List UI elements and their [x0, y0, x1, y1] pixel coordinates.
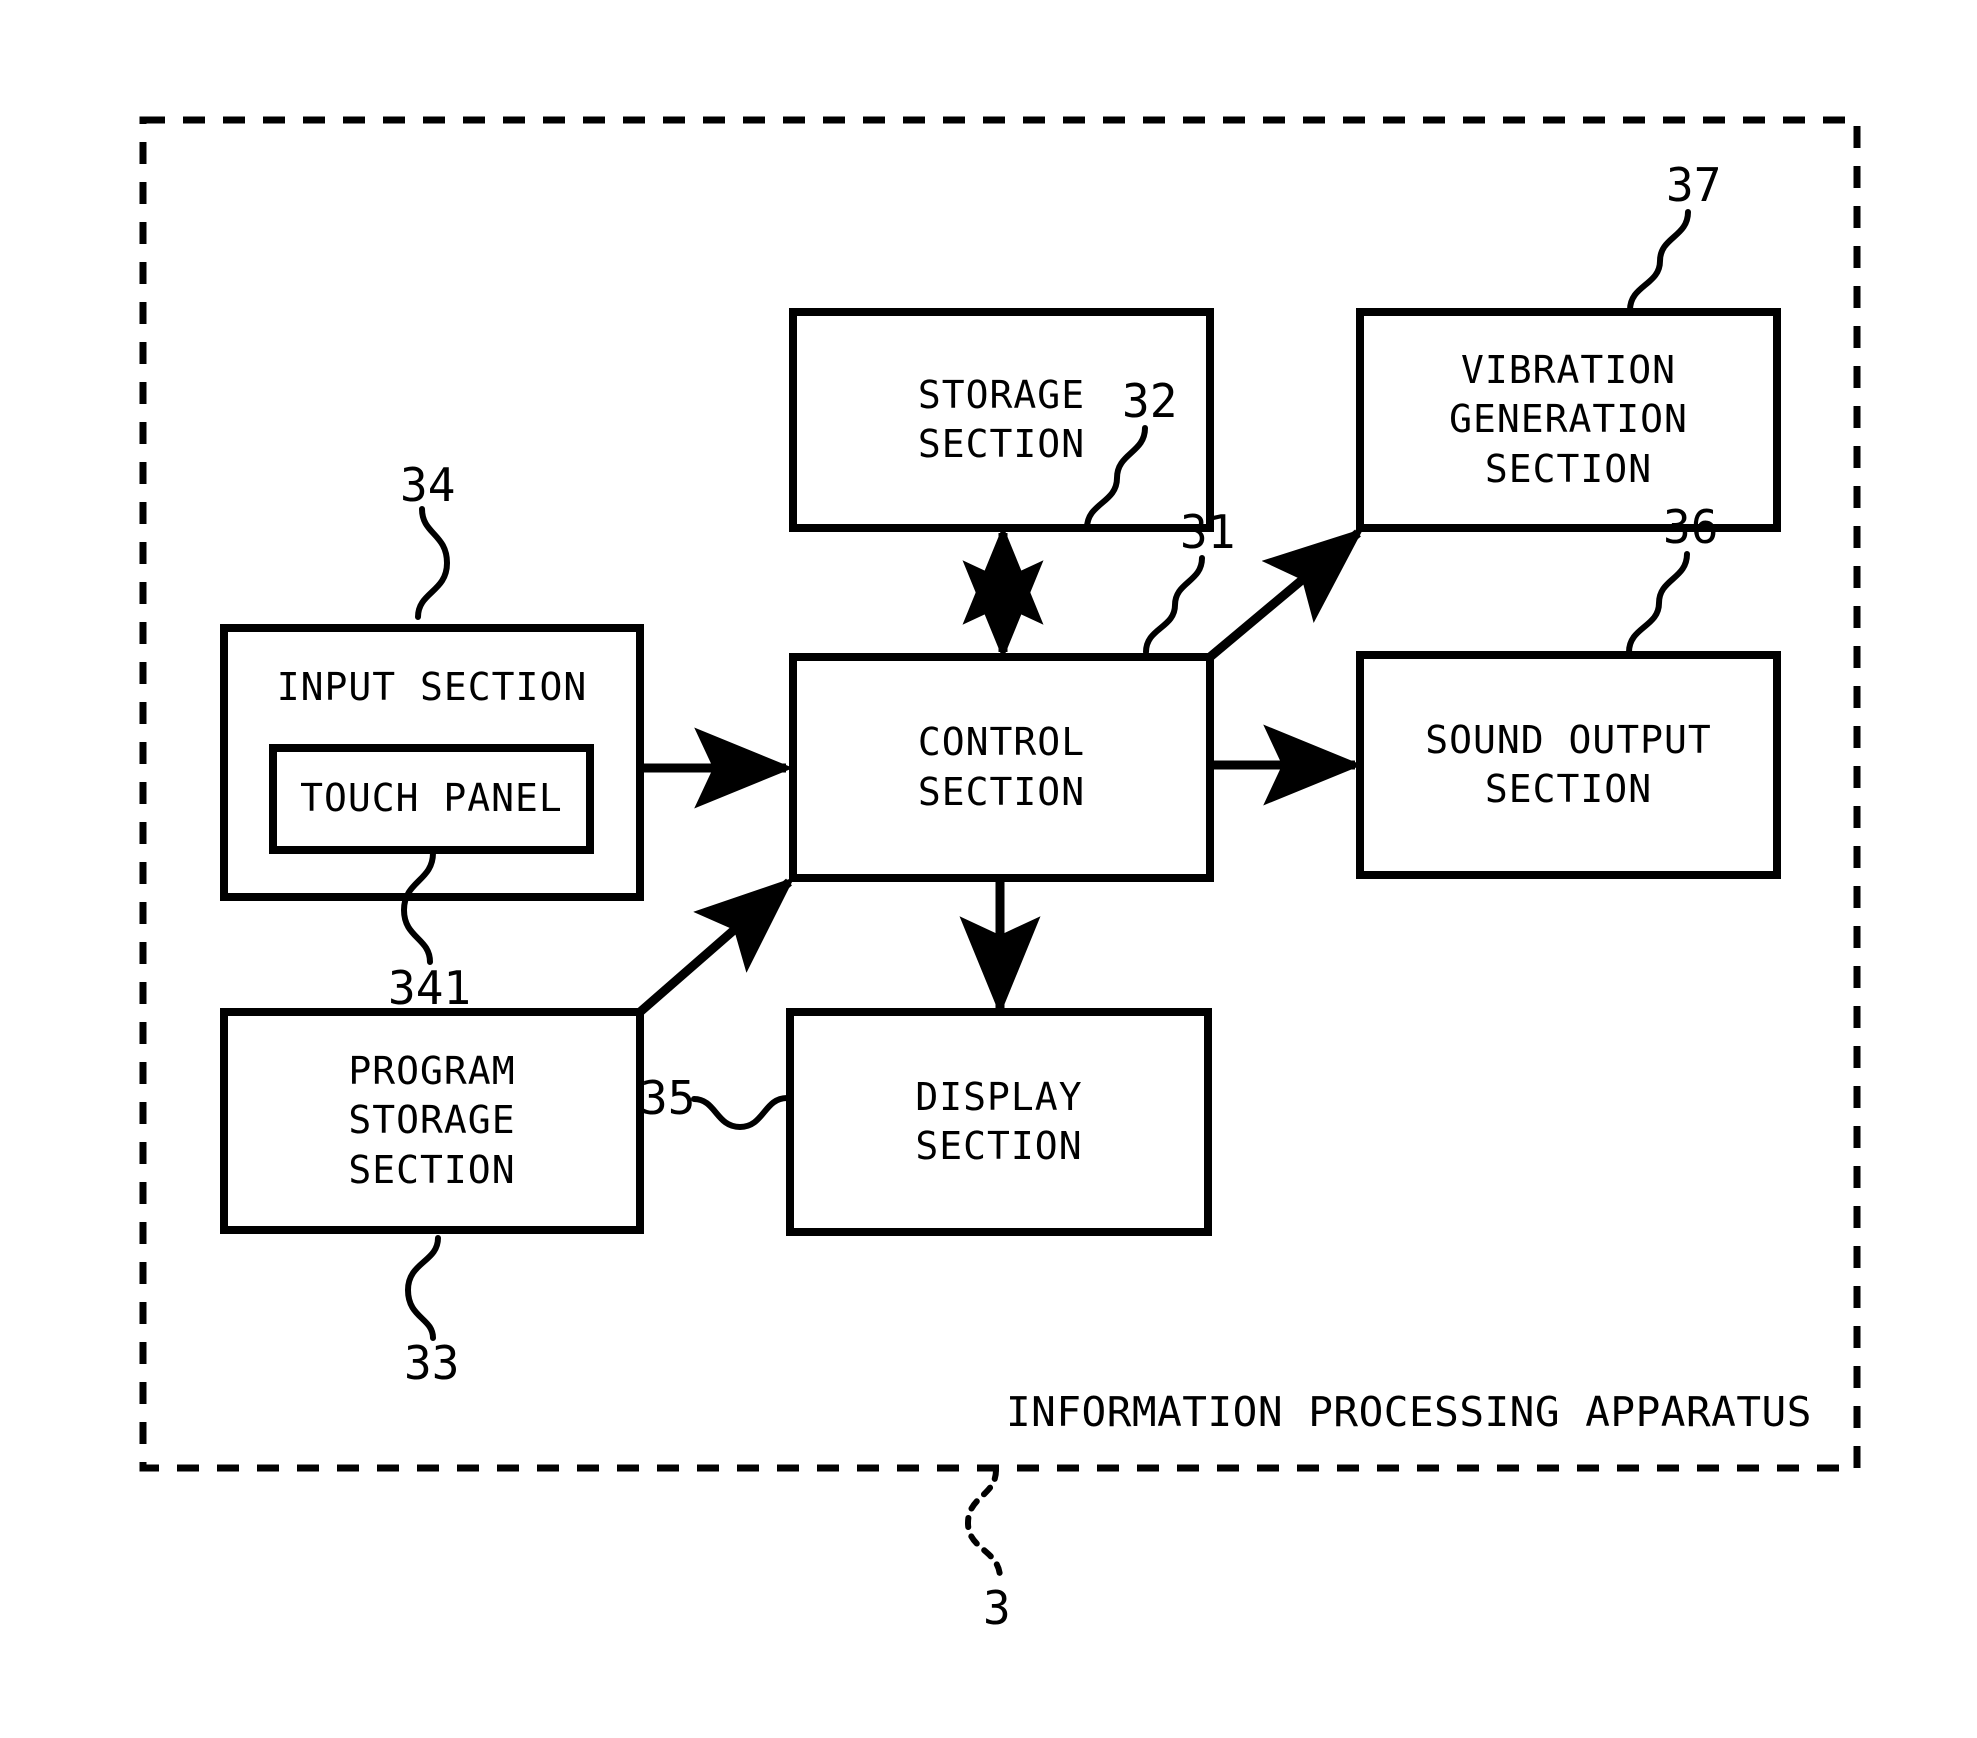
ref-number-31: 31	[1180, 505, 1236, 559]
leader-line-3	[964, 1467, 1003, 1581]
leader-line-35	[691, 1095, 790, 1131]
leader-line-33	[404, 1235, 441, 1341]
connector-program-storage-to-control	[637, 877, 795, 1016]
leader-line-36	[1626, 551, 1690, 655]
display-section-box	[786, 1008, 1212, 1236]
leader-line-34	[415, 506, 451, 620]
ref-number-341: 341	[388, 961, 472, 1015]
ref-number-33: 33	[404, 1336, 460, 1390]
leader-line-37	[1627, 209, 1691, 313]
ref-number-34: 34	[400, 458, 456, 512]
ref-number-37: 37	[1666, 158, 1722, 212]
ref-number-36: 36	[1663, 500, 1719, 554]
program-storage-section-box	[220, 1008, 644, 1234]
ref-number-3: 3	[983, 1581, 1011, 1635]
touch-panel-box	[269, 744, 594, 854]
vibration-generation-section-box	[1356, 308, 1781, 532]
apparatus-caption: INFORMATION PROCESSING APPARATUS	[1006, 1388, 1812, 1436]
control-section-box	[789, 653, 1214, 882]
ref-number-35: 35	[640, 1071, 696, 1125]
block-diagram-canvas	[139, 116, 1861, 1581]
figure-root: INPUT SECTION TOUCH PANEL PROGRAM STORAG…	[0, 0, 1977, 1738]
sound-output-section-box	[1356, 651, 1781, 879]
ref-number-32: 32	[1122, 374, 1178, 428]
leader-line-31	[1143, 555, 1205, 655]
